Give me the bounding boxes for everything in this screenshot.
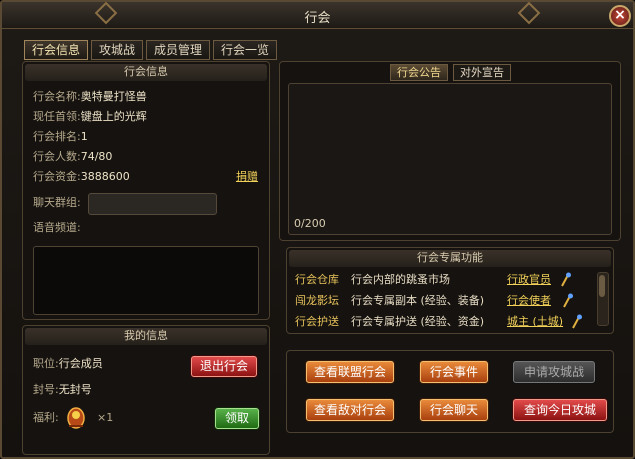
function-name-dungeon[interactable]: 闯龙影坛 — [295, 294, 339, 307]
chat-group-label-text: 聊天群组: — [33, 196, 81, 209]
notice-panel: 0/200 — [279, 61, 621, 241]
guild-info-header: 行会信息 — [25, 64, 267, 81]
function-name-escort[interactable]: 行会护送 — [295, 315, 339, 328]
guild-info-panel: 行会信息 行会名称:奥特曼打怪兽 现任首领:键盘上的光辉 行会排名:1 行会人数… — [22, 61, 270, 320]
guild-window: 行会 × 行会信息 攻城战 成员管理 行会一览 行会信息 行会名称:奥特曼打怪兽… — [0, 0, 635, 459]
main-tabs: 行会信息 攻城战 成员管理 行会一览 — [24, 40, 278, 60]
notice-text-area[interactable] — [288, 83, 612, 235]
my-info-panel: 我的信息 职位:行会成员 退出行会 封号:无封号 福利: ×1 领取 — [22, 325, 270, 455]
guild-members-value: 74/80 — [80, 150, 113, 163]
staff-icon[interactable] — [571, 314, 582, 329]
guild-members-label: 行会人数: — [33, 150, 81, 163]
functions-scroll-thumb[interactable] — [599, 275, 605, 297]
npc-link-admin-officer[interactable]: 行政官员 — [507, 271, 551, 289]
guild-name-row: 行会名称:奥特曼打怪兽 — [33, 89, 147, 105]
voice-channel-label-text: 语音频道: — [33, 221, 81, 234]
guild-functions-panel: 行会专属功能 行会仓库 行会内部的跳蚤市场 行政官员 闯龙影坛 行会专属副本 (… — [286, 247, 614, 334]
guild-leader-label: 现任首领: — [33, 110, 81, 123]
title-bar[interactable]: 行会 — [2, 2, 633, 29]
guild-rank-label: 行会排名: — [33, 130, 81, 143]
today-siege-button[interactable]: 查询今日攻城 — [513, 399, 607, 421]
guild-events-button[interactable]: 行会事件 — [420, 361, 488, 383]
my-info-header: 我的信息 — [25, 328, 267, 345]
leave-guild-button[interactable]: 退出行会 — [191, 356, 257, 377]
view-enemy-button[interactable]: 查看敌对行会 — [306, 399, 394, 421]
function-name-warehouse[interactable]: 行会仓库 — [295, 273, 339, 286]
guild-funds-row: 行会资金:3888600 — [33, 169, 130, 185]
welfare-label-text: 福利: — [33, 411, 59, 424]
tab-member-management[interactable]: 成员管理 — [146, 40, 211, 60]
voice-channel-box[interactable] — [33, 246, 259, 315]
close-icon[interactable]: × — [609, 5, 631, 27]
title-label: 封号: — [33, 383, 59, 396]
tab-guild-notice[interactable]: 行会公告 — [390, 64, 448, 81]
title-row: 封号:无封号 — [33, 382, 92, 398]
functions-scrollbar[interactable] — [597, 272, 609, 326]
notice-char-counter: 0/200 — [294, 217, 326, 230]
guild-chat-button[interactable]: 行会聊天 — [420, 399, 488, 421]
function-row-escort: 行会护送 行会专属护送 (经验、资金) 城主 (土城) — [295, 313, 563, 331]
npc-link-guild-envoy[interactable]: 行会使者 — [507, 292, 551, 310]
guild-name-value: 奥特曼打怪兽 — [80, 90, 147, 103]
guild-rank-value: 1 — [80, 130, 88, 143]
guild-leader-row: 现任首领:键盘上的光辉 — [33, 109, 147, 125]
function-desc-escort: 行会专属护送 (经验、资金) — [351, 315, 485, 328]
chat-group-label: 聊天群组: — [33, 195, 81, 211]
position-value: 行会成员 — [58, 357, 103, 370]
staff-icon[interactable] — [562, 293, 573, 308]
position-row: 职位:行会成员 — [33, 356, 103, 372]
guild-members-row: 行会人数:74/80 — [33, 149, 112, 165]
npc-link-city-lord[interactable]: 城主 (土城) — [507, 313, 563, 331]
guild-functions-header: 行会专属功能 — [289, 250, 611, 267]
voice-channel-label: 语音频道: — [33, 220, 81, 236]
view-alliance-button[interactable]: 查看联盟行会 — [306, 361, 394, 383]
guild-funds-label: 行会资金: — [33, 170, 81, 183]
title-value: 无封号 — [58, 383, 92, 396]
guild-name-label: 行会名称: — [33, 90, 81, 103]
function-row-warehouse: 行会仓库 行会内部的跳蚤市场 行政官员 — [295, 271, 551, 289]
tab-guild-list[interactable]: 行会一览 — [213, 40, 278, 60]
tab-guild-info[interactable]: 行会信息 — [24, 40, 89, 60]
guild-rank-row: 行会排名:1 — [33, 129, 88, 145]
guild-funds-value: 3888600 — [80, 170, 130, 183]
staff-icon[interactable] — [560, 272, 571, 287]
welfare-item-icon[interactable] — [65, 404, 87, 430]
chat-group-input[interactable] — [88, 193, 217, 215]
function-desc-warehouse: 行会内部的跳蚤市场 — [351, 273, 450, 286]
welfare-count: ×1 — [97, 411, 114, 424]
donate-link[interactable]: 捐赠 — [236, 169, 258, 185]
function-desc-dungeon: 行会专属副本 (经验、装备) — [351, 294, 485, 307]
window-title: 行会 — [304, 11, 331, 26]
welfare-label: 福利: — [33, 410, 59, 426]
apply-siege-button[interactable]: 申请攻城战 — [513, 361, 595, 383]
tab-siege[interactable]: 攻城战 — [91, 40, 144, 60]
function-row-dungeon: 闯龙影坛 行会专属副本 (经验、装备) 行会使者 — [295, 292, 551, 310]
position-label: 职位: — [33, 357, 59, 370]
claim-button[interactable]: 领取 — [215, 408, 259, 429]
tab-external-announcement[interactable]: 对外宣告 — [453, 64, 511, 81]
guild-leader-value: 键盘上的光辉 — [80, 110, 147, 123]
